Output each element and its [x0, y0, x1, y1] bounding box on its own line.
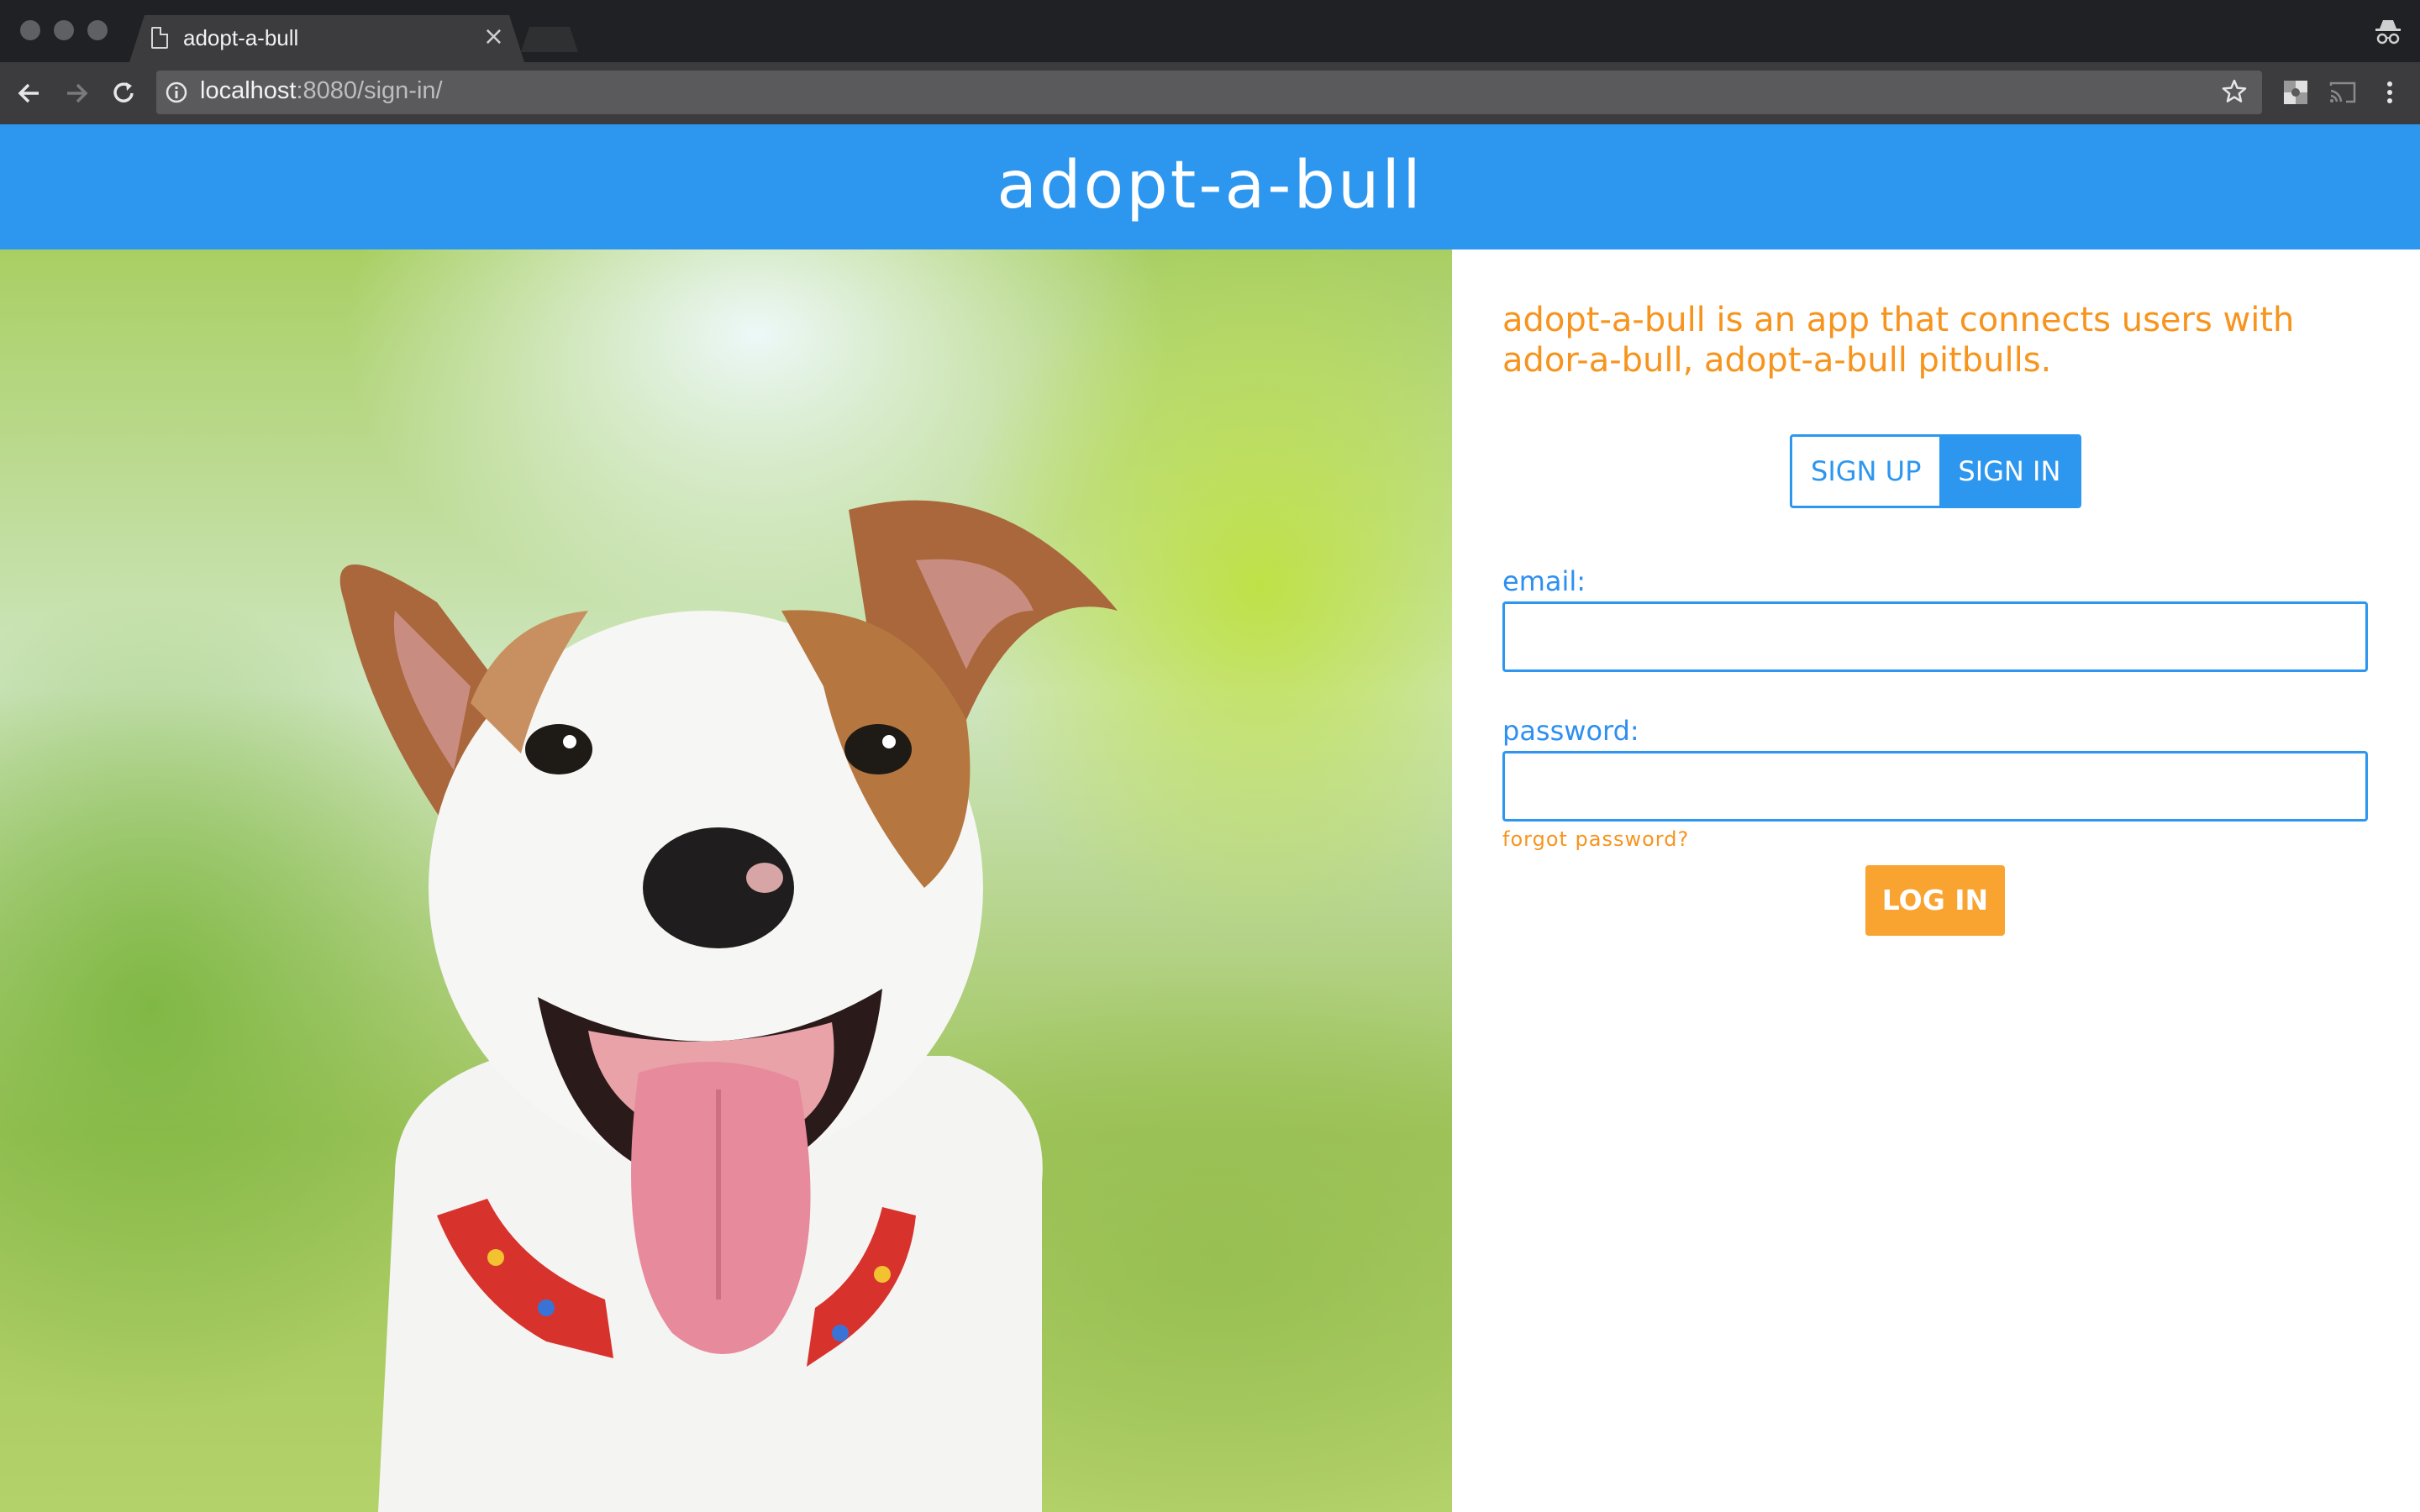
window-minimize-dot[interactable]: [54, 20, 74, 40]
app-tagline: adopt-a-bull is an app that connects use…: [1502, 301, 2295, 380]
new-tab-button[interactable]: [521, 27, 578, 52]
address-bar[interactable]: localhost:8080/sign-in/: [156, 71, 2262, 114]
email-label: email:: [1502, 565, 1586, 597]
incognito-icon: [2375, 20, 2401, 45]
sign-in-tab[interactable]: SIGN IN: [1939, 437, 2080, 506]
browser-menu-icon[interactable]: [2380, 77, 2400, 108]
forgot-password-link[interactable]: forgot password?: [1502, 827, 1689, 851]
url-text: localhost:8080/sign-in/: [200, 77, 443, 105]
page-icon: [151, 27, 168, 49]
back-arrow-icon[interactable]: [13, 77, 45, 109]
auth-panel: adopt-a-bull is an app that connects use…: [1452, 249, 2420, 1512]
log-in-button[interactable]: LOG IN: [1865, 865, 2005, 936]
reload-icon[interactable]: [108, 77, 139, 109]
cast-icon[interactable]: [2328, 79, 2358, 106]
url-path: :8080/sign-in/: [296, 77, 443, 104]
password-label: password:: [1502, 715, 1639, 747]
window-zoom-dot[interactable]: [87, 20, 108, 40]
browser-tab[interactable]: adopt-a-bull ×: [129, 15, 524, 62]
sign-up-tab[interactable]: SIGN UP: [1792, 437, 1940, 506]
tab-title: adopt-a-bull: [183, 25, 299, 50]
password-field[interactable]: [1502, 751, 2368, 822]
auth-mode-toggle: SIGN UP SIGN IN: [1790, 434, 2082, 508]
hero-image: [0, 249, 1452, 1512]
url-host: localhost: [200, 77, 297, 104]
forward-arrow-icon[interactable]: [60, 77, 92, 109]
site-logo[interactable]: adopt-a-bull: [997, 148, 1423, 223]
site-header: adopt-a-bull: [0, 124, 2420, 249]
email-field[interactable]: [1502, 601, 2368, 672]
browser-tab-bar: adopt-a-bull ×: [0, 0, 2420, 62]
tab-close-icon[interactable]: ×: [483, 22, 504, 51]
extension-icon[interactable]: [2282, 79, 2309, 106]
info-icon[interactable]: [165, 81, 188, 104]
bookmark-star-icon[interactable]: [2220, 77, 2249, 106]
puppy-illustration: [339, 500, 1118, 1512]
window-close-dot[interactable]: [20, 20, 40, 40]
